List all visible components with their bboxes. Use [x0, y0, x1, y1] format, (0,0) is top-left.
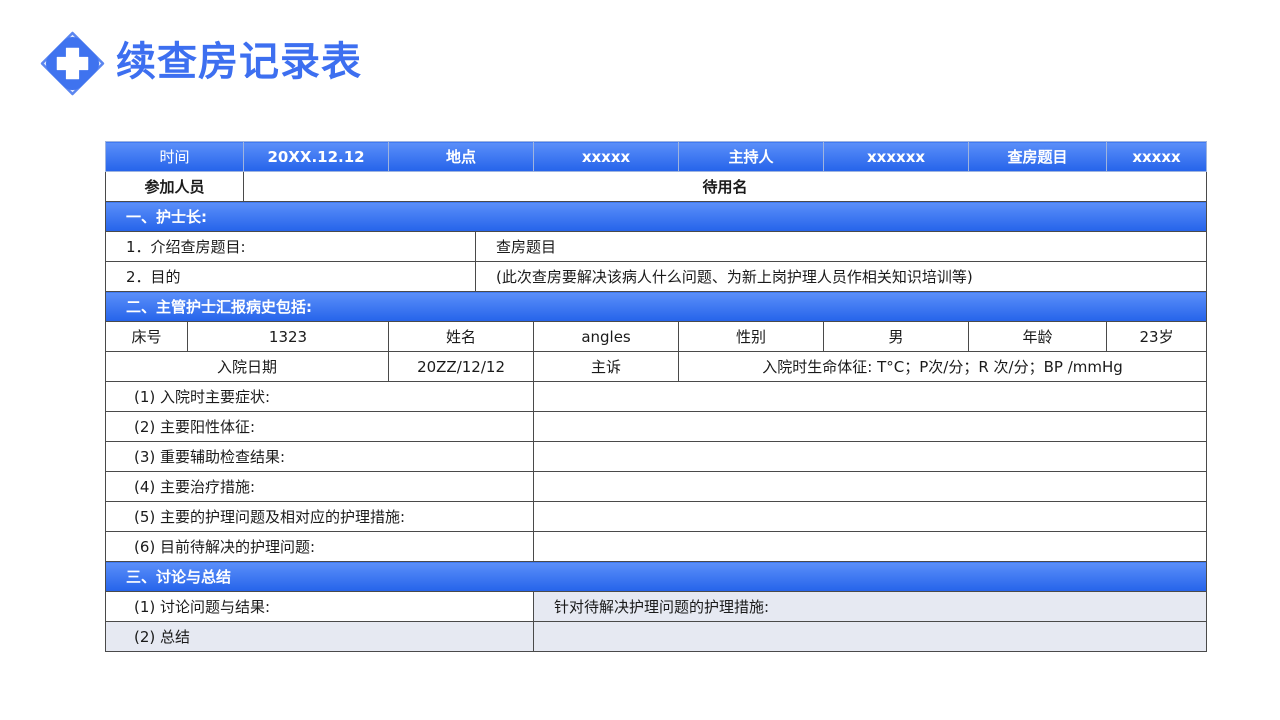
- nursing-problems-label: (5) 主要的护理问题及相对应的护理措施:: [104, 501, 535, 532]
- section-3-header: 三、讨论与总结: [104, 561, 1208, 592]
- round-record-table: 时间 20XX.12.12 地点 xxxxx 主持人 xxxxxx 查房题目 x…: [104, 141, 1208, 652]
- admit-date-value: 20ZZ/12/12: [388, 351, 535, 382]
- table-row: (2) 主要阳性体征:: [104, 411, 1208, 442]
- symptoms-value: [533, 381, 1208, 412]
- purpose-value: (此次查房要解决该病人什么问题、为新上岗护理人员作相关知识培训等): [475, 261, 1208, 292]
- bed-label: 床号: [105, 321, 188, 352]
- attendees-label: 参加人员: [104, 171, 245, 202]
- vitals-text: 入院时生命体征: T°C；P次/分；R 次/分；BP /mmHg: [678, 351, 1208, 382]
- name-value: angles: [533, 321, 680, 352]
- table-row: (2) 总结: [104, 621, 1208, 652]
- topic-label: 查房题目: [968, 141, 1108, 172]
- signs-label: (2) 主要阳性体征:: [104, 411, 535, 442]
- exam-results-value: [533, 441, 1208, 472]
- section-2-header: 二、主管护士汇报病史包括:: [104, 291, 1208, 322]
- admission-row: 入院日期 20ZZ/12/12 主诉 入院时生命体征: T°C；P次/分；R 次…: [104, 351, 1208, 382]
- table-row: (4) 主要治疗措施:: [104, 471, 1208, 502]
- host-label: 主持人: [678, 141, 825, 172]
- topic-intro-value: 查房题目: [475, 231, 1208, 262]
- gender-label: 性别: [678, 321, 825, 352]
- time-label: 时间: [104, 141, 245, 172]
- exam-results-label: (3) 重要辅助检查结果:: [104, 441, 535, 472]
- page-title: 续查房记录表: [116, 39, 362, 85]
- section-1-header: 一、护士长:: [104, 201, 1208, 232]
- treatment-label: (4) 主要治疗措施:: [104, 471, 535, 502]
- gender-value: 男: [823, 321, 970, 352]
- attendees-row: 参加人员 待用名: [104, 171, 1208, 202]
- nursing-problems-value: [533, 501, 1208, 532]
- pending-problems-value: [533, 531, 1208, 562]
- bed-value: 1323: [186, 321, 390, 352]
- section-2-title: 二、主管护士汇报病史包括:: [104, 291, 1208, 322]
- purpose-label: 2．目的: [104, 261, 477, 292]
- age-value: 23岁: [1106, 321, 1208, 352]
- place-value: xxxxx: [533, 141, 680, 172]
- topic-intro-label: 1．介绍查房题目:: [104, 231, 477, 262]
- signs-value: [533, 411, 1208, 442]
- table-row: 1．介绍查房题目: 查房题目: [104, 231, 1208, 262]
- measures-label: 针对待解决护理问题的护理措施:: [533, 591, 1208, 622]
- discussion-label: (1) 讨论问题与结果:: [104, 591, 535, 622]
- topic-value: xxxxx: [1106, 141, 1208, 172]
- complaint-label: 主诉: [533, 351, 680, 382]
- table-row: (6) 目前待解决的护理问题:: [104, 531, 1208, 562]
- name-label: 姓名: [388, 321, 535, 352]
- section-1-title: 一、护士长:: [104, 201, 1208, 232]
- table-row: (5) 主要的护理问题及相对应的护理措施:: [104, 501, 1208, 532]
- medical-cross-icon: [40, 31, 105, 96]
- age-label: 年龄: [968, 321, 1108, 352]
- summary-value: [533, 621, 1208, 652]
- table-row: (1) 入院时主要症状:: [104, 381, 1208, 412]
- table-row: (1) 讨论问题与结果: 针对待解决护理问题的护理措施:: [104, 591, 1208, 622]
- host-value: xxxxxx: [823, 141, 970, 172]
- pending-problems-label: (6) 目前待解决的护理问题:: [104, 531, 535, 562]
- section-3-title: 三、讨论与总结: [104, 561, 1208, 592]
- table-row: (3) 重要辅助检查结果:: [104, 441, 1208, 472]
- admit-date-label: 入院日期: [104, 351, 390, 382]
- time-value: 20XX.12.12: [243, 141, 390, 172]
- header-row: 时间 20XX.12.12 地点 xxxxx 主持人 xxxxxx 查房题目 x…: [104, 141, 1208, 172]
- attendees-value: 待用名: [243, 171, 1208, 202]
- symptoms-label: (1) 入院时主要症状:: [104, 381, 535, 412]
- place-label: 地点: [388, 141, 535, 172]
- summary-label: (2) 总结: [104, 621, 535, 652]
- treatment-value: [533, 471, 1208, 502]
- table-row: 2．目的 (此次查房要解决该病人什么问题、为新上岗护理人员作相关知识培训等): [104, 261, 1208, 292]
- patient-info-row: 床号 1323 姓名 angles 性别 男 年龄 23岁: [105, 321, 1208, 352]
